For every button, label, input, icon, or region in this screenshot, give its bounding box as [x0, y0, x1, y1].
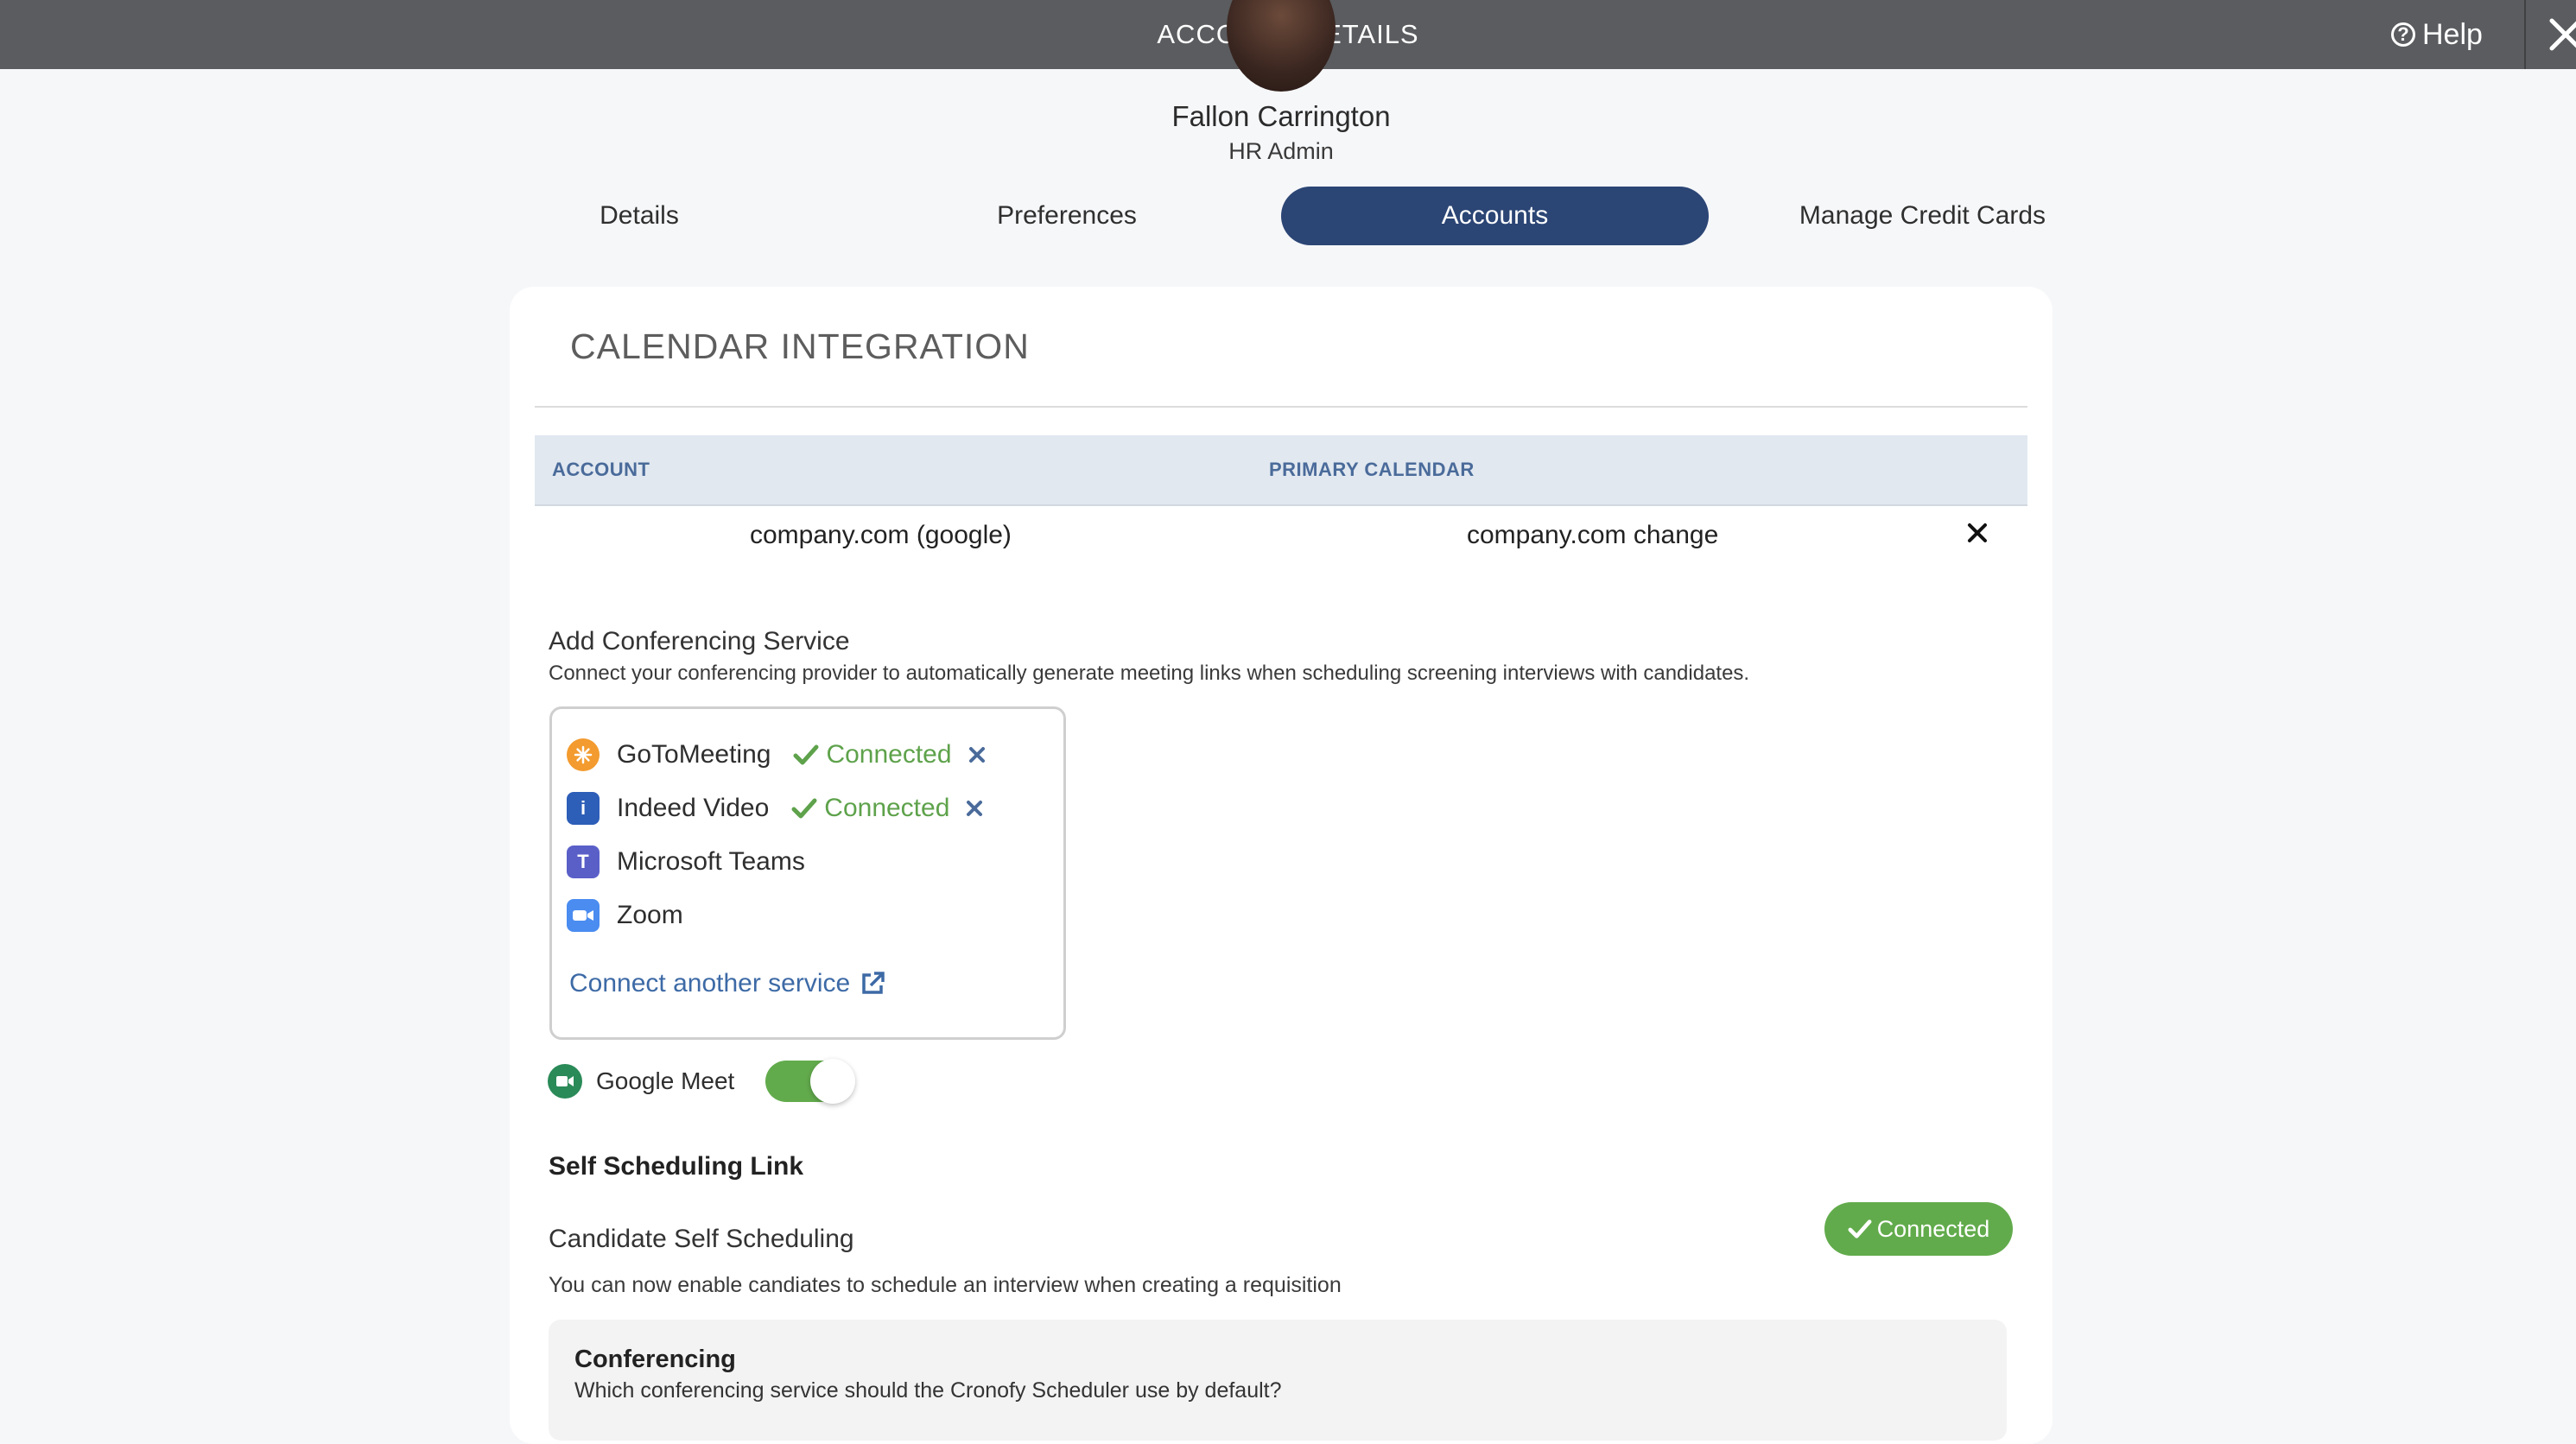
profile-role: HR Admin	[1228, 138, 1334, 164]
connected-label: Connected	[826, 740, 952, 769]
calendar-table-header: ACCOUNT PRIMARY CALENDAR	[535, 435, 2027, 506]
google-meet-icon	[548, 1064, 582, 1099]
microsoft-teams-icon: T	[567, 846, 600, 878]
external-link-icon	[862, 972, 885, 994]
service-microsoft-teams[interactable]: T Microsoft Teams	[567, 843, 805, 881]
help-icon: ?	[2391, 22, 2415, 47]
conferencing-description: Connect your conferencing provider to au…	[549, 662, 1750, 685]
primary-calendar-cell: company.com change	[1467, 521, 1718, 550]
account-cell: company.com (google)	[750, 521, 1012, 549]
check-icon	[791, 798, 817, 819]
candidate-self-scheduling-label: Candidate Self Scheduling	[549, 1225, 854, 1253]
service-indeed-video: i Indeed Video Connected	[567, 789, 984, 827]
gotomeeting-icon	[567, 738, 600, 771]
column-header-account: ACCOUNT	[552, 459, 650, 480]
close-icon[interactable]	[2540, 9, 2576, 60]
service-gotomeeting: GoToMeeting Connected	[567, 736, 987, 774]
help-label: Help	[2422, 17, 2483, 51]
service-name: Zoom	[617, 901, 683, 929]
self-scheduling-description: You can now enable candiates to schedule…	[549, 1273, 1342, 1297]
tab-accounts[interactable]: Accounts	[1281, 187, 1709, 245]
conferencing-panel-description: Which conferencing service should the Cr…	[574, 1378, 1282, 1403]
check-icon	[793, 744, 819, 765]
google-meet-toggle[interactable]	[765, 1059, 856, 1104]
google-meet-label: Google Meet	[596, 1067, 735, 1094]
service-name: Indeed Video	[617, 794, 770, 822]
conferencing-heading: Add Conferencing Service	[549, 627, 850, 656]
indeed-video-icon: i	[567, 792, 600, 825]
remove-account-icon[interactable]	[1966, 522, 1989, 544]
conferencing-panel-title: Conferencing	[574, 1346, 736, 1373]
connect-another-service-link[interactable]: Connect another service	[569, 969, 886, 998]
google-meet-row: Google Meet	[548, 1059, 856, 1104]
divider	[535, 406, 2027, 408]
connect-another-service-label: Connect another service	[569, 969, 851, 998]
profile-name: Fallon Carrington	[1171, 100, 1391, 132]
check-icon	[1848, 1219, 1872, 1238]
tab-preferences[interactable]: Preferences	[963, 187, 1171, 245]
service-zoom[interactable]: Zoom	[567, 896, 683, 934]
self-scheduling-status-badge: Connected	[1824, 1202, 2013, 1256]
avatar	[1227, 0, 1336, 92]
primary-calendar-value: company.com	[1467, 521, 1627, 549]
zoom-icon	[567, 899, 600, 932]
toggle-knob	[810, 1059, 856, 1104]
column-header-primary-calendar: PRIMARY CALENDAR	[1269, 459, 1475, 480]
calendar-integration-title: CALENDAR INTEGRATION	[570, 326, 1030, 366]
status-label: Connected	[1876, 1215, 1990, 1242]
service-name: GoToMeeting	[617, 740, 771, 769]
disconnect-indeed-video-icon[interactable]	[965, 799, 984, 818]
help-button[interactable]: ? Help	[2391, 0, 2483, 69]
connected-status: Connected	[791, 794, 949, 823]
service-name: Microsoft Teams	[617, 847, 805, 876]
tab-manage-credit-cards[interactable]: Manage Credit Cards	[1786, 187, 2059, 245]
tab-details[interactable]: Details	[536, 187, 743, 245]
connected-label: Connected	[824, 794, 950, 822]
connected-status: Connected	[793, 740, 952, 770]
self-scheduling-title: Self Scheduling Link	[549, 1152, 804, 1181]
disconnect-gotomeeting-icon[interactable]	[968, 745, 987, 764]
change-calendar-link[interactable]: change	[1634, 521, 1718, 549]
header-divider	[2524, 0, 2526, 69]
